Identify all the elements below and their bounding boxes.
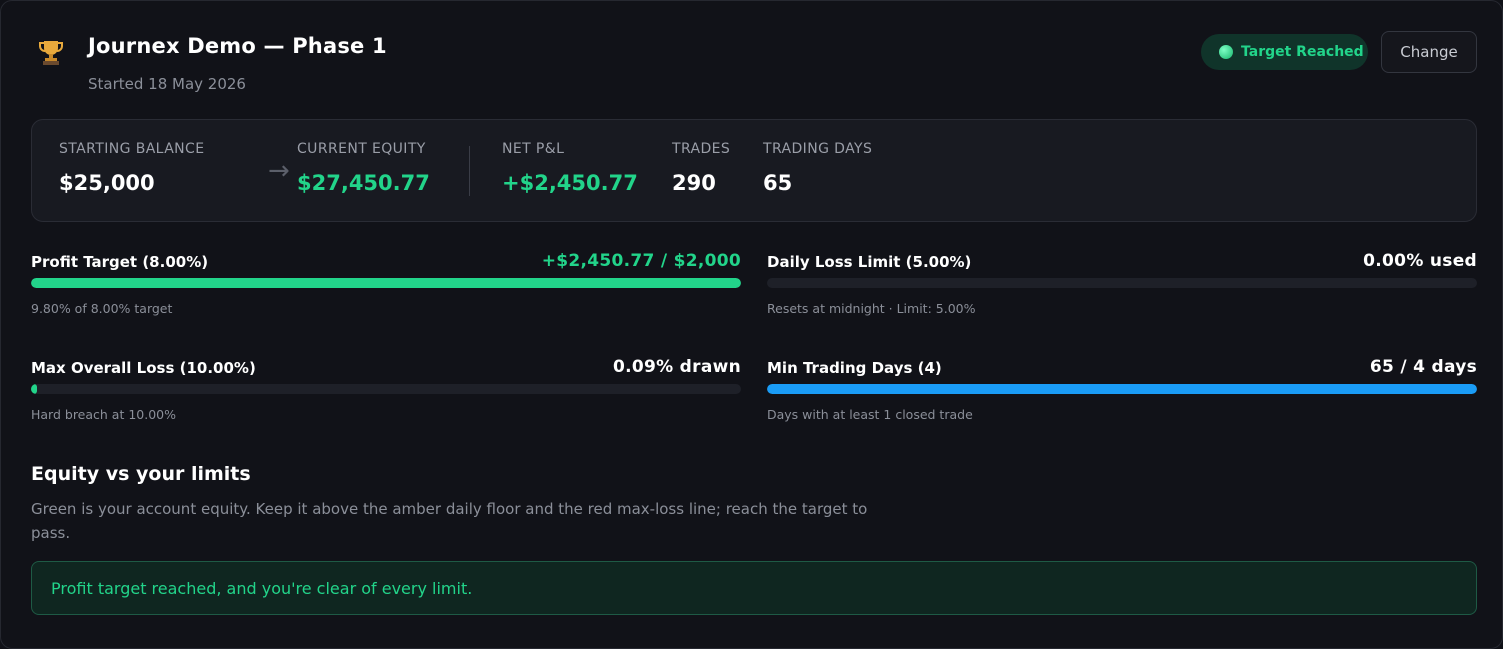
progress-track <box>31 278 741 288</box>
stat-value: 65 <box>763 171 793 195</box>
progress-fill <box>31 384 38 394</box>
rule-value: 0.00% used <box>1363 251 1477 271</box>
status-badge-label: Target Reached <box>1241 44 1364 60</box>
equity-section-title: Equity vs your limits <box>31 463 251 485</box>
status-badge: Target Reached <box>1201 34 1368 70</box>
stats-panel: STARTING BALANCE $25,000 → CURRENT EQUIT… <box>31 119 1477 222</box>
arrow-right-icon: → <box>268 156 290 186</box>
rule-name: Daily Loss Limit (5.00%) <box>767 253 972 271</box>
rule-name: Max Overall Loss (10.00%) <box>31 359 256 377</box>
rule-value: +$2,450.77 / $2,000 <box>541 251 741 271</box>
status-dot-icon <box>1219 45 1233 59</box>
rule-note: Resets at midnight · Limit: 5.00% <box>767 301 976 316</box>
stat-label: TRADES <box>672 141 731 157</box>
success-alert: Profit target reached, and you're clear … <box>31 561 1477 615</box>
stat-value: +$2,450.77 <box>502 171 638 195</box>
stat-value: $27,450.77 <box>297 171 430 195</box>
stat-label: CURRENT EQUITY <box>297 141 426 157</box>
progress-track <box>31 384 741 394</box>
rule-name: Min Trading Days (4) <box>767 359 942 377</box>
rule-value: 65 / 4 days <box>1369 357 1477 377</box>
change-button[interactable]: Change <box>1381 31 1477 73</box>
rule-name: Profit Target (8.00%) <box>31 253 209 271</box>
progress-fill <box>31 278 741 288</box>
stat-value: 290 <box>672 171 716 195</box>
progress-fill <box>767 384 1477 394</box>
rule-note: 9.80% of 8.00% target <box>31 301 173 316</box>
progress-track <box>767 384 1477 394</box>
stat-label: STARTING BALANCE <box>59 141 205 157</box>
stat-value: $25,000 <box>59 171 155 195</box>
start-date: Started 18 May 2026 <box>88 75 246 93</box>
rule-note: Hard breach at 10.00% <box>31 407 177 422</box>
stat-label: NET P&L <box>502 141 565 157</box>
challenge-card: Journex Demo — Phase 1 Started 18 May 20… <box>0 0 1503 649</box>
trophy-icon <box>39 41 63 65</box>
rule-value: 0.09% drawn <box>612 357 741 377</box>
page-title: Journex Demo — Phase 1 <box>88 34 387 58</box>
progress-track <box>767 278 1477 288</box>
divider <box>469 146 470 196</box>
stat-label: TRADING DAYS <box>763 141 873 157</box>
equity-section-description: Green is your account equity. Keep it ab… <box>31 500 868 542</box>
rule-note: Days with at least 1 closed trade <box>767 407 973 422</box>
